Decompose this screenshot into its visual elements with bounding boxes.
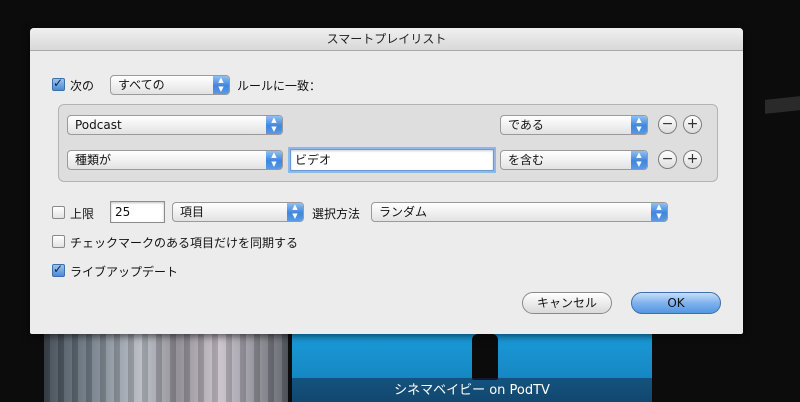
rule-1-remove-button[interactable]: − xyxy=(658,115,677,134)
rule-2-operator-popup[interactable]: を含む ▲ ▼ xyxy=(500,150,648,170)
background-shape xyxy=(765,96,800,114)
limit-count-field[interactable]: 25 xyxy=(110,201,165,223)
rule-2-operator-value: を含む xyxy=(508,153,545,167)
plus-icon: + xyxy=(686,151,699,167)
smart-playlist-dialog: スマートプレイリスト 次の すべての ▲▼ ルールに一致： Podcast ▲▼… xyxy=(30,28,743,334)
match-rules-checkbox[interactable] xyxy=(52,76,65,91)
rule-2-value-field[interactable]: ビデオ xyxy=(290,149,494,171)
updown-arrows-icon: ▲ ▼ xyxy=(631,116,647,134)
match-suffix-label: ルールに一致： xyxy=(237,79,322,93)
rules-box: Podcast ▲ ▼ である ▲ ▼ − + 種類が ▲ ▼ ビデオ を含む ▲ ▼ … xyxy=(58,104,718,182)
minus-icon: − xyxy=(661,151,674,167)
selection-method-label: 選択方法 xyxy=(312,207,361,221)
match-mode-value: すべての xyxy=(118,78,165,92)
rule-2-add-button[interactable]: + xyxy=(683,150,702,169)
limit-label: 上限 xyxy=(70,207,95,221)
rule-1-operator-value: である xyxy=(508,118,544,132)
ok-button[interactable]: OK xyxy=(631,292,721,314)
rule-2-field-popup[interactable]: 種類が ▲ ▼ xyxy=(67,150,283,170)
video-thumbnail-left xyxy=(44,334,288,402)
minus-icon: − xyxy=(661,116,674,132)
dialog-title: スマートプレイリスト xyxy=(30,28,743,51)
limit-unit-popup[interactable]: 項目 ▲ ▼ xyxy=(172,202,304,222)
checked-only-checkbox[interactable] xyxy=(52,235,65,248)
silhouette-figure xyxy=(472,334,498,380)
selection-method-value: ランダム xyxy=(379,205,428,219)
rule-1-field-value: Podcast xyxy=(75,118,122,132)
rule-2-remove-button[interactable]: − xyxy=(658,150,677,169)
live-update-label: ライブアップデート xyxy=(70,265,179,279)
video-caption: シネマベイビー on PodTV xyxy=(394,383,550,398)
live-update-checkbox[interactable] xyxy=(52,262,65,277)
cancel-button[interactable]: キャンセル xyxy=(522,292,612,314)
match-prefix-label: 次の xyxy=(70,79,95,93)
rule-1-add-button[interactable]: + xyxy=(683,115,702,134)
video-thumbnail-right: シネマベイビー on PodTV xyxy=(292,334,652,402)
plus-icon: + xyxy=(686,116,699,132)
limit-checkbox[interactable] xyxy=(52,206,65,219)
selection-method-popup[interactable]: ランダム ▲ ▼ xyxy=(371,202,668,222)
updown-arrows-icon: ▲ ▼ xyxy=(266,116,282,134)
updown-arrows-icon: ▲ ▼ xyxy=(631,151,647,169)
updown-arrows-icon: ▲ ▼ xyxy=(213,76,229,94)
updown-arrows-icon: ▲ ▼ xyxy=(266,151,282,169)
rule-2-field-value: 種類が xyxy=(75,153,112,167)
updown-arrows-icon: ▲ ▼ xyxy=(287,203,303,221)
updown-arrows-icon: ▲ ▼ xyxy=(651,203,667,221)
limit-unit-value: 項目 xyxy=(180,205,205,219)
rule-1-field-popup[interactable]: Podcast ▲ ▼ xyxy=(67,115,283,135)
checked-only-label: チェックマークのある項目だけを同期する xyxy=(70,236,299,250)
match-mode-popup[interactable]: すべての ▲ ▼ xyxy=(110,75,230,95)
rule-1-operator-popup[interactable]: である ▲ ▼ xyxy=(500,115,648,135)
